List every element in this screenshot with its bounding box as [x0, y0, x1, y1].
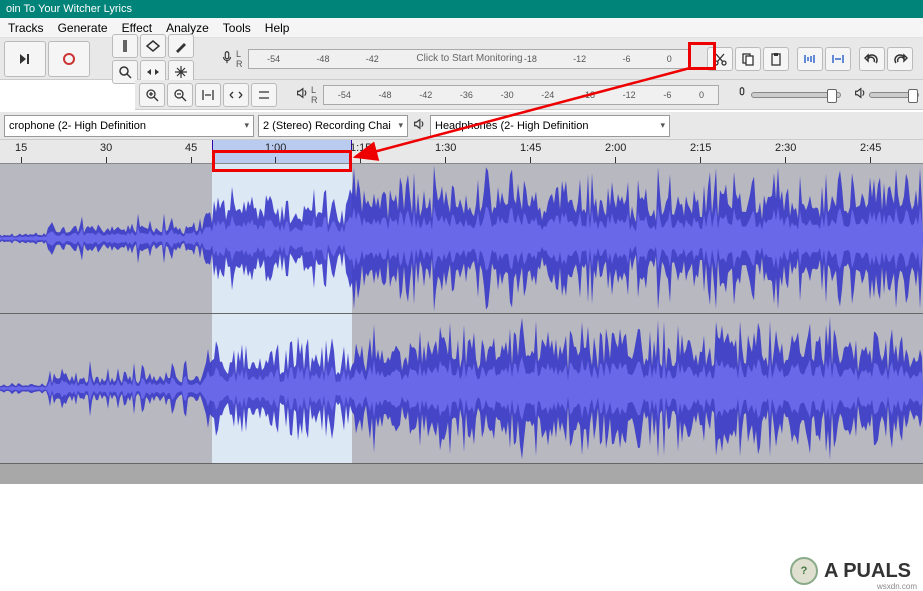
undo-button[interactable]	[859, 47, 885, 71]
device-bar: crophone (2- High Definition▾ 2 (Stereo)…	[0, 112, 923, 140]
skip-end-button[interactable]	[4, 41, 46, 77]
zoom-in-button[interactable]	[139, 83, 165, 107]
envelope-tool-button[interactable]	[140, 34, 166, 58]
toolbar-row-1: L R -54 -48 -42 -18 -12 -6 0 Click to St…	[0, 38, 923, 80]
menu-analyze[interactable]: Analyze	[166, 21, 209, 35]
trim-button[interactable]	[797, 47, 823, 71]
speaker-icon	[295, 86, 309, 103]
input-device-select[interactable]: crophone (2- High Definition▾	[4, 115, 254, 137]
watermark: ? A PUALS	[790, 557, 911, 585]
menu-tracks[interactable]: Tracks	[8, 21, 44, 35]
mic-icon	[220, 50, 234, 67]
logo-icon: ?	[790, 557, 818, 585]
output-device-select[interactable]: Headphones (2- High Definition▾	[430, 115, 670, 137]
window-title: oin To Your Witcher Lyrics	[6, 3, 132, 15]
zoom-out-button[interactable]	[167, 83, 193, 107]
annotation-selection-highlight	[212, 150, 352, 172]
menu-generate[interactable]: Generate	[58, 21, 108, 35]
copy-button[interactable]	[735, 47, 761, 71]
track-area	[0, 164, 923, 484]
meter-r-label: R	[236, 59, 246, 69]
draw-tool-button[interactable]	[168, 34, 194, 58]
timeline-ruler[interactable]: 1530451:001:151:301:452:002:152:302:45	[0, 140, 923, 164]
credit-text: wsxdn.com	[875, 582, 919, 591]
watermark-text: A PUALS	[824, 560, 911, 583]
channels-select[interactable]: 2 (Stereo) Recording Chai▾	[258, 115, 408, 137]
play-meter-l: L	[311, 85, 321, 95]
selection-tool-button[interactable]	[112, 34, 138, 58]
menu-help[interactable]: Help	[265, 21, 290, 35]
mic-vol-icon	[735, 86, 749, 103]
playback-volume-slider[interactable]	[869, 92, 919, 98]
menu-tools[interactable]: Tools	[223, 21, 251, 35]
play-meter-r: R	[311, 95, 321, 105]
fit-project-button[interactable]	[223, 83, 249, 107]
speaker-vol-icon	[853, 86, 867, 103]
annotation-cut-highlight	[688, 42, 716, 70]
speaker-device-icon	[412, 117, 426, 134]
recording-volume-slider[interactable]	[751, 92, 841, 98]
paste-button[interactable]	[763, 47, 789, 71]
recording-meter[interactable]: -54 -48 -42 -18 -12 -6 0 Click to Start …	[248, 49, 691, 69]
menu-effect[interactable]: Effect	[122, 21, 152, 35]
redo-button[interactable]	[887, 47, 913, 71]
fit-selection-button[interactable]	[195, 83, 221, 107]
meter-click-text: Click to Start Monitoring	[416, 53, 522, 64]
meter-l-label: L	[236, 49, 246, 59]
title-bar: oin To Your Witcher Lyrics	[0, 0, 923, 18]
record-button[interactable]	[48, 41, 90, 77]
silence-button[interactable]	[825, 47, 851, 71]
zoom-toggle-button[interactable]	[251, 83, 277, 107]
waveform-channel-2[interactable]	[0, 314, 923, 464]
waveform-channel-1[interactable]	[0, 164, 923, 314]
toolbar-row-2: L R -54 -48 -42 -36 -30 -24 -18 -12 -6 0	[135, 80, 923, 110]
playback-meter[interactable]: -54 -48 -42 -36 -30 -24 -18 -12 -6 0	[323, 85, 719, 105]
